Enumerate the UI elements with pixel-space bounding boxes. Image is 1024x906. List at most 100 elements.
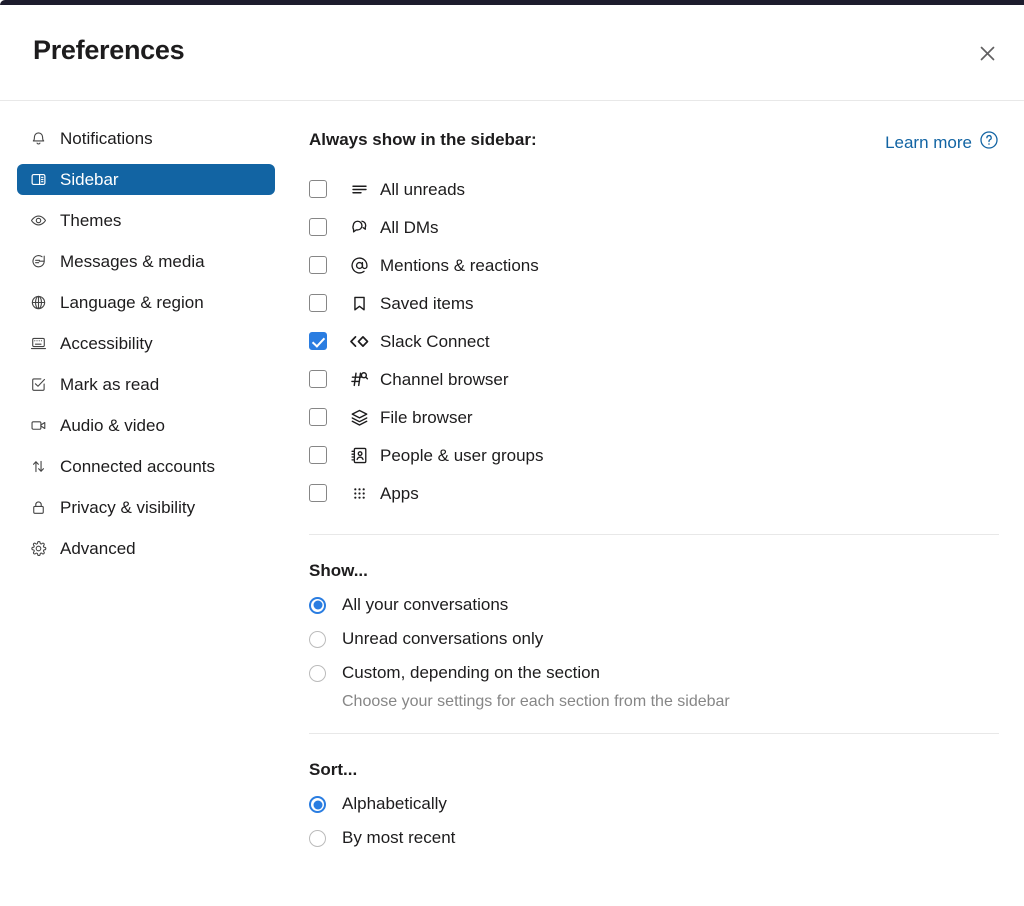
dm-bubbles-icon [348,216,370,238]
radio-label: Alphabetically [342,794,447,814]
question-circle-icon [979,130,999,155]
preferences-main-panel: Always show in the sidebar: Learn more A… [295,102,1024,906]
checkbox-row-file-browser[interactable]: File browser [309,398,999,436]
checkbox-row-all-dms[interactable]: All DMs [309,208,999,246]
sidebar-item-mark-as-read[interactable]: Mark as read [17,369,275,400]
checkbox-row-channel-browser[interactable]: Channel browser [309,360,999,398]
sidebar-item-label: Advanced [60,539,136,558]
layers-icon [348,406,370,428]
unreads-lines-icon [348,178,370,200]
dialog-body: Notifications Sidebar Themes Messages & … [0,102,1024,906]
checkbox-label: All unreads [380,179,466,199]
sidebar-item-label: Sidebar [60,170,119,189]
sidebar-item-label: Themes [60,211,122,230]
always-show-checkbox-list: All unreads All DMs Mentions & reactions… [309,170,999,512]
video-camera-icon [29,416,48,435]
arrows-updown-icon [29,457,48,476]
always-show-header: Always show in the sidebar: Learn more [309,130,999,155]
preferences-dialog: Preferences Notifications Sidebar Themes… [0,0,1024,906]
sidebar-item-themes[interactable]: Themes [17,205,275,236]
checkbox-label: File browser [380,407,473,427]
checkbox-label: People & user groups [380,445,544,465]
sidebar-item-label: Language & region [60,293,204,312]
radio-label: By most recent [342,828,456,848]
checkbox-mentions-reactions[interactable] [309,256,327,274]
apps-grid-icon [348,482,370,504]
radio-all-your-conversations[interactable] [309,596,326,614]
message-bubble-icon [29,252,48,271]
sidebar-item-label: Mark as read [60,375,160,394]
radio-by-most-recent[interactable] [309,830,326,848]
radio-unread-conversations-only[interactable] [309,630,326,648]
radio-row-by-most-recent[interactable]: By most recent [309,828,999,862]
preferences-nav: Notifications Sidebar Themes Messages & … [0,102,295,906]
sidebar-item-connected-accounts[interactable]: Connected accounts [17,451,275,482]
checkbox-saved-items[interactable] [309,294,327,312]
sidebar-panel-icon [29,170,48,189]
show-section-title: Show... [309,561,368,580]
sidebar-item-privacy-visibility[interactable]: Privacy & visibility [17,492,275,523]
bell-icon [29,129,48,148]
checkbox-row-apps[interactable]: Apps [309,474,999,512]
radio-row-custom-depending-on-section[interactable]: Custom, depending on the section Choose … [309,663,999,712]
sidebar-item-label: Messages & media [60,252,205,271]
slack-connect-icon [348,330,370,352]
sidebar-item-label: Notifications [60,129,153,148]
radio-custom-depending-on-section[interactable] [309,664,326,682]
sidebar-item-accessibility[interactable]: Accessibility [17,328,275,359]
sidebar-item-sidebar[interactable]: Sidebar [17,164,275,195]
checkbox-file-browser[interactable] [309,408,327,426]
checkbox-channel-browser[interactable] [309,370,327,388]
checkbox-row-saved-items[interactable]: Saved items [309,284,999,322]
checkbox-row-people-user-groups[interactable]: People & user groups [309,436,999,474]
radio-row-unread-conversations-only[interactable]: Unread conversations only [309,629,999,663]
sidebar-item-notifications[interactable]: Notifications [17,123,275,154]
sort-section: Sort... Alphabetically By most recent [309,760,999,862]
radio-row-alphabetically[interactable]: Alphabetically [309,794,999,828]
eye-icon [29,211,48,230]
address-book-icon [348,444,370,466]
checkbox-people-user-groups[interactable] [309,446,327,464]
checkbox-row-slack-connect[interactable]: Slack Connect [309,322,999,360]
show-section: Show... All your conversations Unread co… [309,561,999,711]
checkbox-label: Slack Connect [380,331,490,351]
radio-alphabetically[interactable] [309,796,326,814]
channel-search-icon [348,368,370,390]
radio-row-all-your-conversations[interactable]: All your conversations [309,595,999,629]
checkbox-row-all-unreads[interactable]: All unreads [309,170,999,208]
checkbox-label: Apps [380,483,419,503]
sidebar-item-messages-media[interactable]: Messages & media [17,246,275,277]
checkbox-all-dms[interactable] [309,218,327,236]
radio-label: All your conversations [342,594,509,614]
sort-section-title: Sort... [309,760,358,780]
checkbox-apps[interactable] [309,484,327,502]
at-sign-icon [348,254,370,276]
page-title: Preferences [33,35,185,65]
checkbox-all-unreads[interactable] [309,180,327,198]
bookmark-icon [348,292,370,314]
close-icon [978,44,997,63]
close-button[interactable] [970,36,1004,70]
radio-label: Custom, depending on the section [342,662,601,682]
sidebar-item-label: Audio & video [60,416,165,435]
checkbox-row-mentions-reactions[interactable]: Mentions & reactions [309,246,999,284]
always-show-title: Always show in the sidebar: [309,130,537,149]
sidebar-item-advanced[interactable]: Advanced [17,533,275,564]
dialog-header: Preferences [0,5,1024,101]
sidebar-item-label: Accessibility [60,334,153,353]
checkbox-label: All DMs [380,217,439,237]
sidebar-item-label: Connected accounts [60,457,215,476]
keyboard-icon [29,334,48,353]
learn-more-label: Learn more [885,132,972,152]
lock-icon [29,498,48,517]
sidebar-item-label: Privacy & visibility [60,498,196,517]
checkbox-label: Channel browser [380,369,509,389]
gear-icon [29,539,48,558]
sidebar-item-language-region[interactable]: Language & region [17,287,275,318]
checkbox-label: Mentions & reactions [380,255,539,275]
learn-more-link[interactable]: Learn more [885,130,999,155]
checkbox-slack-connect[interactable] [309,332,327,350]
sidebar-item-audio-video[interactable]: Audio & video [17,410,275,441]
check-square-icon [29,375,48,394]
radio-label: Unread conversations only [342,628,544,648]
